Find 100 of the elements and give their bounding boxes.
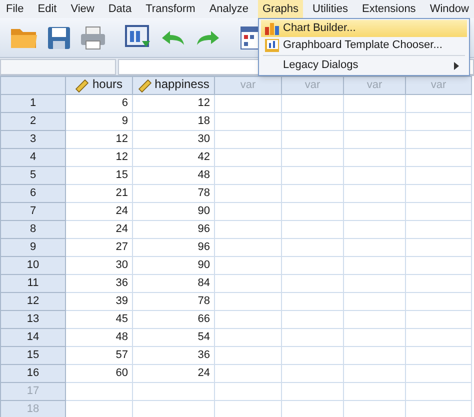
table-cell	[282, 329, 344, 347]
row-number[interactable]: 6	[0, 185, 66, 203]
table-cell	[215, 131, 282, 149]
menu-item[interactable]: Data	[104, 0, 136, 18]
table-cell	[344, 329, 406, 347]
row-number[interactable]: 11	[0, 275, 66, 293]
row-number[interactable]: 5	[0, 167, 66, 185]
table-cell	[344, 275, 406, 293]
table-cell	[215, 185, 282, 203]
table-cell	[282, 365, 344, 383]
table-cell	[406, 113, 472, 131]
table-cell: 60	[66, 365, 133, 383]
table-cell	[406, 311, 472, 329]
table-cell	[215, 293, 282, 311]
table-cell: 90	[133, 203, 215, 221]
table-cell	[344, 185, 406, 203]
menu-item[interactable]: Utilities	[308, 0, 352, 18]
save-icon[interactable]	[47, 26, 71, 50]
table-cell	[215, 347, 282, 365]
ruler-icon	[138, 79, 152, 93]
menu-item[interactable]: File	[2, 0, 28, 18]
table-cell	[406, 221, 472, 239]
printer-icon[interactable]	[80, 26, 106, 50]
menu-item[interactable]: View	[66, 0, 98, 18]
menu-item[interactable]: Analyze	[205, 0, 252, 18]
menu-item[interactable]: Edit	[34, 0, 61, 18]
table-cell	[282, 293, 344, 311]
row-number[interactable]: 4	[0, 149, 66, 167]
table-cell	[282, 383, 344, 401]
table-cell	[282, 347, 344, 365]
row-number[interactable]: 12	[0, 293, 66, 311]
table-cell: 12	[66, 131, 133, 149]
row-number[interactable]: 14	[0, 329, 66, 347]
menu-item[interactable]: Extensions	[358, 0, 420, 18]
row-number[interactable]: 13	[0, 311, 66, 329]
table-cell: 12	[66, 149, 133, 167]
column-name: var	[240, 78, 256, 92]
column-header[interactable]: happiness	[133, 76, 215, 95]
menu-item[interactable]: Graphs	[258, 0, 303, 18]
menu-option-label: Legacy Dialogs	[283, 58, 360, 74]
ruler-icon	[75, 79, 90, 93]
table-cell: 30	[133, 131, 215, 149]
row-number[interactable]: 15	[0, 347, 66, 365]
menu-option-label: Graphboard Template Chooser...	[283, 38, 444, 54]
table-cell	[282, 185, 344, 203]
table-cell	[215, 203, 282, 221]
row-number[interactable]: 3	[0, 131, 66, 149]
column-name: var	[430, 78, 446, 92]
table-cell: 54	[133, 329, 215, 347]
menu-option[interactable]: Chart Builder...	[261, 20, 467, 37]
table-cell	[406, 95, 472, 113]
table-cell: 9	[66, 113, 133, 131]
table-cell: 96	[133, 239, 215, 257]
table-cell	[406, 131, 472, 149]
column-name: happiness	[154, 76, 210, 93]
table-cell	[406, 347, 472, 365]
table-cell: 96	[133, 221, 215, 239]
table-cell: 36	[133, 347, 215, 365]
table-cell	[344, 365, 406, 383]
table-cell: 45	[66, 311, 133, 329]
column-name: var	[366, 78, 382, 92]
row-number[interactable]: 7	[0, 203, 66, 221]
row-number[interactable]: 10	[0, 257, 66, 275]
menu-item[interactable]: Window	[426, 0, 473, 18]
table-cell: 36	[66, 275, 133, 293]
row-number[interactable]: 9	[0, 239, 66, 257]
table-cell	[215, 329, 282, 347]
table-cell	[282, 221, 344, 239]
table-cell	[282, 203, 344, 221]
table-cell: 48	[133, 167, 215, 185]
table-cell: 21	[66, 185, 133, 203]
table-cell	[344, 311, 406, 329]
table-cell	[282, 95, 344, 113]
menu-option[interactable]: Graphboard Template Chooser...	[261, 37, 467, 54]
column-name: var	[304, 78, 320, 92]
table-cell	[344, 113, 406, 131]
table-cell	[215, 95, 282, 113]
row-number[interactable]: 1	[0, 95, 66, 113]
cell-name-field[interactable]	[0, 59, 116, 75]
table-cell	[344, 257, 406, 275]
menu-item[interactable]: Transform	[142, 0, 200, 18]
table-cell	[215, 239, 282, 257]
table-cell: 24	[133, 365, 215, 383]
menu-option-label: Chart Builder...	[283, 21, 357, 36]
table-cell: 39	[66, 293, 133, 311]
table-cell	[215, 365, 282, 383]
table-cell	[344, 167, 406, 185]
table-cell: 12	[133, 95, 215, 113]
row-number[interactable]: 2	[0, 113, 66, 131]
table-cell	[215, 221, 282, 239]
submenu-arrow-icon	[454, 62, 459, 70]
table-cell: 18	[133, 113, 215, 131]
column-header[interactable]: hours	[66, 76, 133, 95]
table-cell: 48	[66, 329, 133, 347]
table-cell	[282, 149, 344, 167]
table-cell	[406, 185, 472, 203]
row-number[interactable]: 16	[0, 365, 66, 383]
table-cell	[215, 257, 282, 275]
row-number[interactable]: 8	[0, 221, 66, 239]
table-cell	[282, 113, 344, 131]
